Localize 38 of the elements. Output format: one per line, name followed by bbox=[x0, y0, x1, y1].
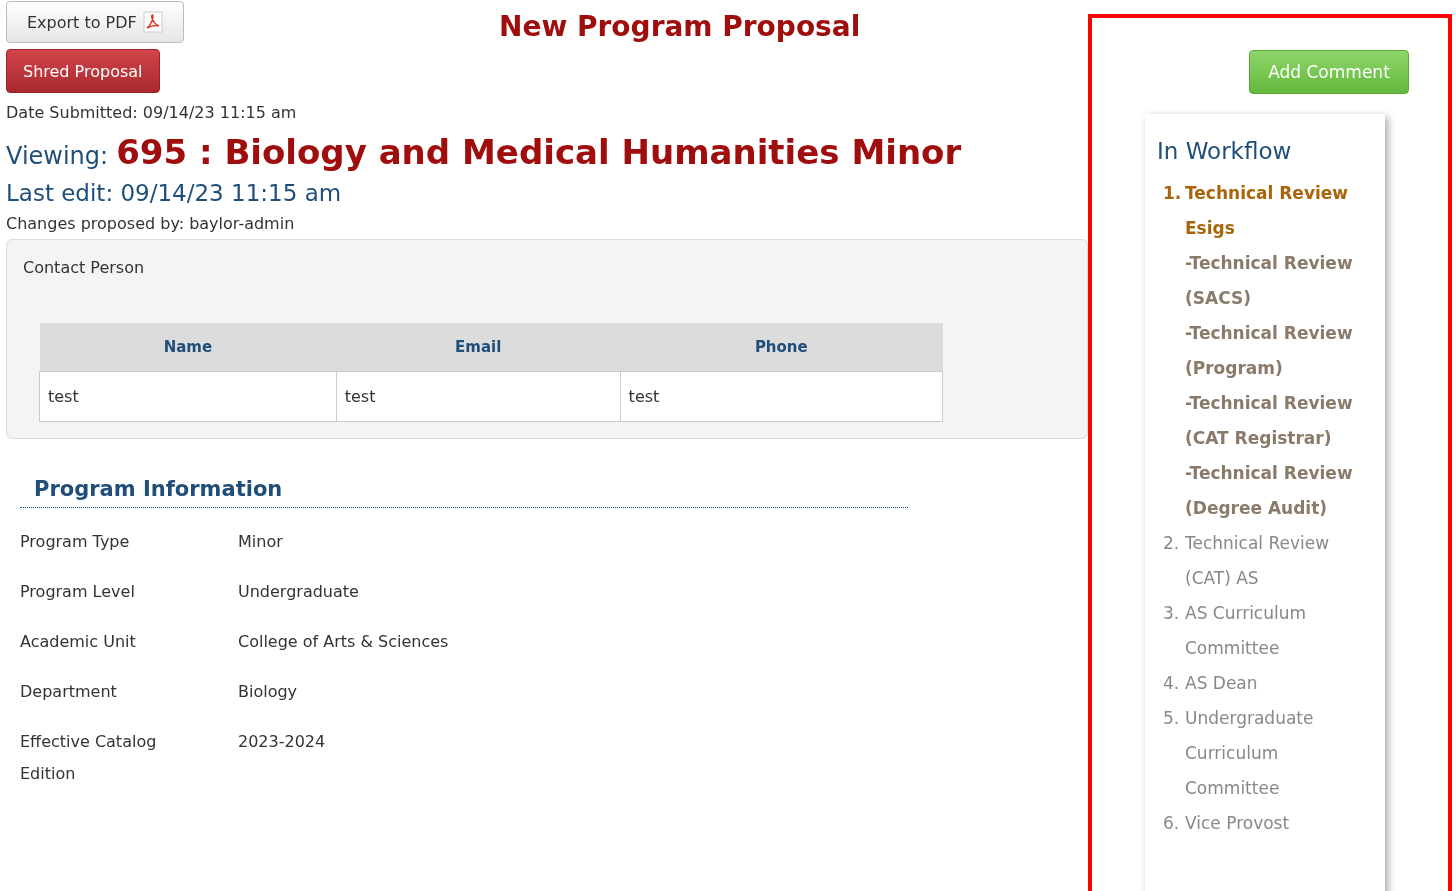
proposed-by: Changes proposed by: baylor-admin bbox=[6, 214, 296, 233]
page-title: New Program Proposal bbox=[498, 10, 862, 45]
field-value: Minor bbox=[238, 530, 284, 553]
workflow-step: 2. Technical Review (CAT) AS bbox=[1157, 526, 1373, 596]
workflow-step: 4. AS Dean bbox=[1157, 666, 1373, 701]
workflow-step: 3. AS Curriculum Committee bbox=[1157, 596, 1373, 666]
workflow-substep: -Technical Review (Degree Audit) bbox=[1185, 462, 1354, 520]
table-cell: test bbox=[620, 371, 943, 421]
field-label: Program Type bbox=[20, 530, 131, 553]
program-title: 695 : Biology and Medical Humanities Minor bbox=[116, 132, 962, 172]
field-label: Academic Unit bbox=[20, 630, 137, 653]
column-header: Phone bbox=[620, 323, 943, 371]
field-value: Biology bbox=[238, 680, 299, 703]
field-label: Effective Catalog Edition bbox=[20, 730, 158, 785]
workflow-substep: -Technical Review (Program) bbox=[1185, 322, 1354, 380]
export-pdf-button[interactable]: Export to PDF bbox=[6, 1, 184, 43]
shred-proposal-button[interactable]: Shred Proposal bbox=[6, 49, 160, 93]
column-header: Name bbox=[39, 323, 337, 371]
last-edit: Last edit: 09/14/23 11:15 am bbox=[6, 180, 343, 206]
workflow-substep: -Technical Review (CAT Registrar) bbox=[1185, 392, 1354, 450]
date-submitted: Date Submitted: 09/14/23 11:15 am bbox=[6, 103, 298, 122]
workflow-substep: -Technical Review (SACS) bbox=[1185, 252, 1354, 310]
workflow-step: 6. Vice Provost bbox=[1157, 806, 1373, 841]
table-cell: test bbox=[336, 371, 621, 421]
field-label: Department bbox=[20, 680, 118, 703]
contact-title: Contact Person bbox=[23, 258, 146, 277]
workflow-step: 1. Technical Review Esigs bbox=[1157, 176, 1373, 246]
field-value: College of Arts & Sciences bbox=[238, 630, 450, 653]
viewing-label: Viewing: bbox=[6, 142, 109, 170]
section-heading: Program Information bbox=[20, 476, 908, 508]
field-label: Program Level bbox=[20, 580, 136, 603]
table-cell: test bbox=[39, 371, 337, 421]
column-header: Email bbox=[336, 323, 621, 371]
field-value: Undergraduate bbox=[238, 580, 360, 603]
workflow-step: 5. Undergraduate Curriculum Committee bbox=[1157, 701, 1373, 806]
workflow-title: In Workflow bbox=[1157, 138, 1293, 164]
pdf-icon bbox=[142, 11, 163, 33]
field-value: 2023-2024 bbox=[238, 730, 327, 753]
